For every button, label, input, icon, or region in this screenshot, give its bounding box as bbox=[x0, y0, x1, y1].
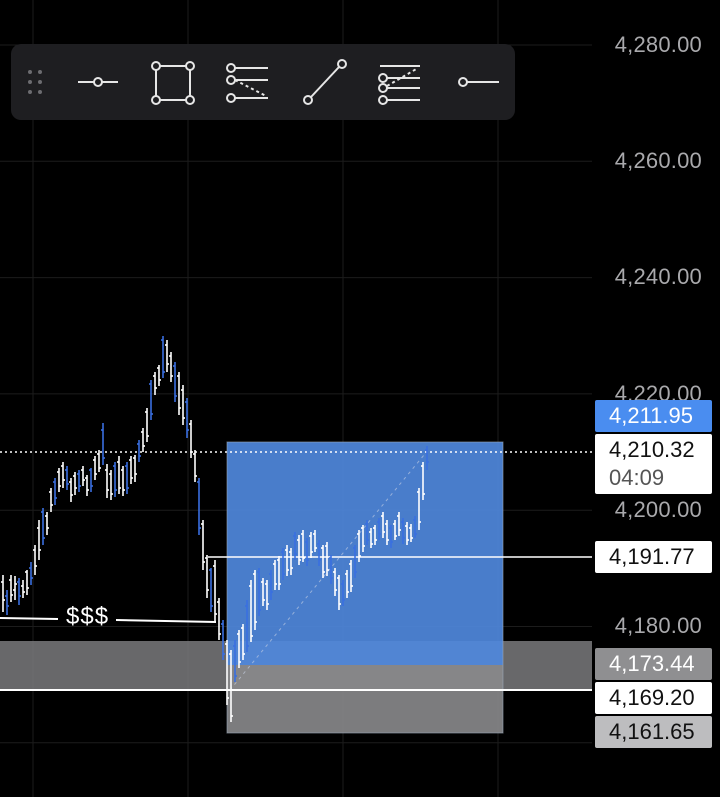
y-axis-label: 4,200.00 bbox=[614, 497, 702, 522]
level-price-tag: 4,169.20 bbox=[595, 682, 712, 714]
y-axis-label: 4,260.00 bbox=[614, 148, 702, 173]
profit-zone bbox=[227, 442, 503, 665]
trend-line-tool-icon bbox=[303, 59, 347, 105]
current-price-tag: 4,210.32 04:09 bbox=[595, 434, 712, 494]
liquidity-label: $$$ bbox=[66, 603, 110, 630]
trend-line-tool-button[interactable] bbox=[293, 44, 357, 120]
low-price-tag: 4,161.65 bbox=[595, 716, 712, 748]
long-position-tool-button[interactable] bbox=[368, 44, 432, 120]
y-axis-label: 4,180.00 bbox=[614, 613, 702, 638]
candle-countdown: 04:09 bbox=[609, 465, 665, 490]
target-price-tag: 4,211.95 bbox=[595, 400, 712, 432]
short-position-tool-button[interactable] bbox=[216, 44, 280, 120]
horizontal-ray-tool-icon bbox=[78, 77, 118, 87]
liquidity-line-right bbox=[115, 619, 217, 623]
horizontal-line-tool-icon bbox=[458, 77, 499, 87]
rectangle-tool-button[interactable] bbox=[141, 44, 205, 120]
drawing-toolbar bbox=[11, 44, 515, 120]
horizontal-ray-tool-button[interactable] bbox=[66, 44, 130, 120]
liquidity-line-left bbox=[0, 617, 59, 620]
rectangle-tool-icon bbox=[151, 61, 195, 105]
y-axis-label: 4,240.00 bbox=[614, 264, 702, 289]
stop-price-tag: 4,173.44 bbox=[595, 648, 712, 680]
drag-handle-icon[interactable] bbox=[25, 69, 45, 97]
short-position-tool-icon bbox=[226, 63, 268, 103]
current-price-value: 4,210.32 bbox=[609, 437, 695, 462]
entry-price-tag: 4,191.77 bbox=[595, 541, 712, 573]
horizontal-line-tool-button[interactable] bbox=[447, 44, 511, 120]
y-axis-label: 4,280.00 bbox=[614, 32, 702, 57]
loss-zone bbox=[227, 665, 503, 733]
long-position-tool-icon bbox=[378, 65, 420, 105]
